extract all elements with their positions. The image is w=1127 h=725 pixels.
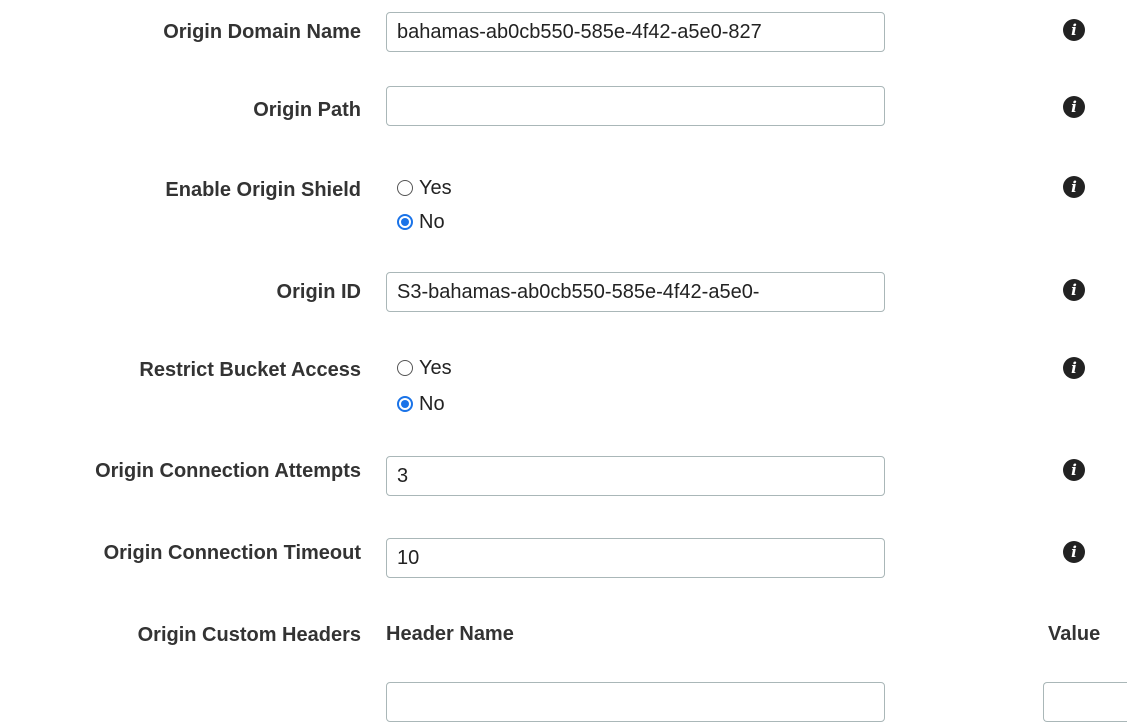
enable-origin-shield-label: Enable Origin Shield <box>165 179 361 201</box>
origin-shield-no-option[interactable]: No <box>397 208 445 236</box>
info-icon[interactable]: i <box>1063 19 1085 41</box>
origin-connection-attempts-input[interactable]: 3 <box>386 456 885 496</box>
info-icon[interactable]: i <box>1063 176 1085 198</box>
value-column-label: Value <box>1048 623 1101 645</box>
header-value-input[interactable] <box>1043 682 1127 722</box>
header-name-input[interactable] <box>386 682 885 722</box>
origin-id-input[interactable]: S3-bahamas-ab0cb550-585e-4f42-a5e0- <box>386 272 885 312</box>
origin-connection-timeout-label: Origin Connection Timeout <box>103 542 361 564</box>
restrict-bucket-yes-option[interactable]: Yes <box>397 354 452 382</box>
info-icon[interactable]: i <box>1063 279 1085 301</box>
origin-custom-headers-label: Origin Custom Headers <box>137 624 361 646</box>
origin-connection-attempts-label: Origin Connection Attempts <box>95 460 361 482</box>
info-icon[interactable]: i <box>1063 541 1085 563</box>
radio-label: Yes <box>419 176 452 199</box>
radio-label: No <box>419 210 445 233</box>
restrict-bucket-access-label: Restrict Bucket Access <box>139 359 361 381</box>
restrict-bucket-no-option[interactable]: No <box>397 390 445 418</box>
radio-button-checked[interactable] <box>397 396 413 412</box>
origin-domain-name-input[interactable]: bahamas-ab0cb550-585e-4f42-a5e0-827 <box>386 12 885 52</box>
header-name-column-label: Header Name <box>386 623 514 645</box>
origin-shield-yes-option[interactable]: Yes <box>397 174 452 202</box>
origin-id-label: Origin ID <box>276 281 361 303</box>
info-icon[interactable]: i <box>1063 459 1085 481</box>
origin-path-input[interactable] <box>386 86 885 126</box>
origin-path-label: Origin Path <box>253 99 361 121</box>
origin-connection-timeout-input[interactable]: 10 <box>386 538 885 578</box>
radio-label: Yes <box>419 356 452 379</box>
info-icon[interactable]: i <box>1063 357 1085 379</box>
origin-domain-name-label: Origin Domain Name <box>163 21 361 43</box>
radio-label: No <box>419 392 445 415</box>
radio-button[interactable] <box>397 360 413 376</box>
radio-button[interactable] <box>397 180 413 196</box>
radio-button-checked[interactable] <box>397 214 413 230</box>
info-icon[interactable]: i <box>1063 96 1085 118</box>
